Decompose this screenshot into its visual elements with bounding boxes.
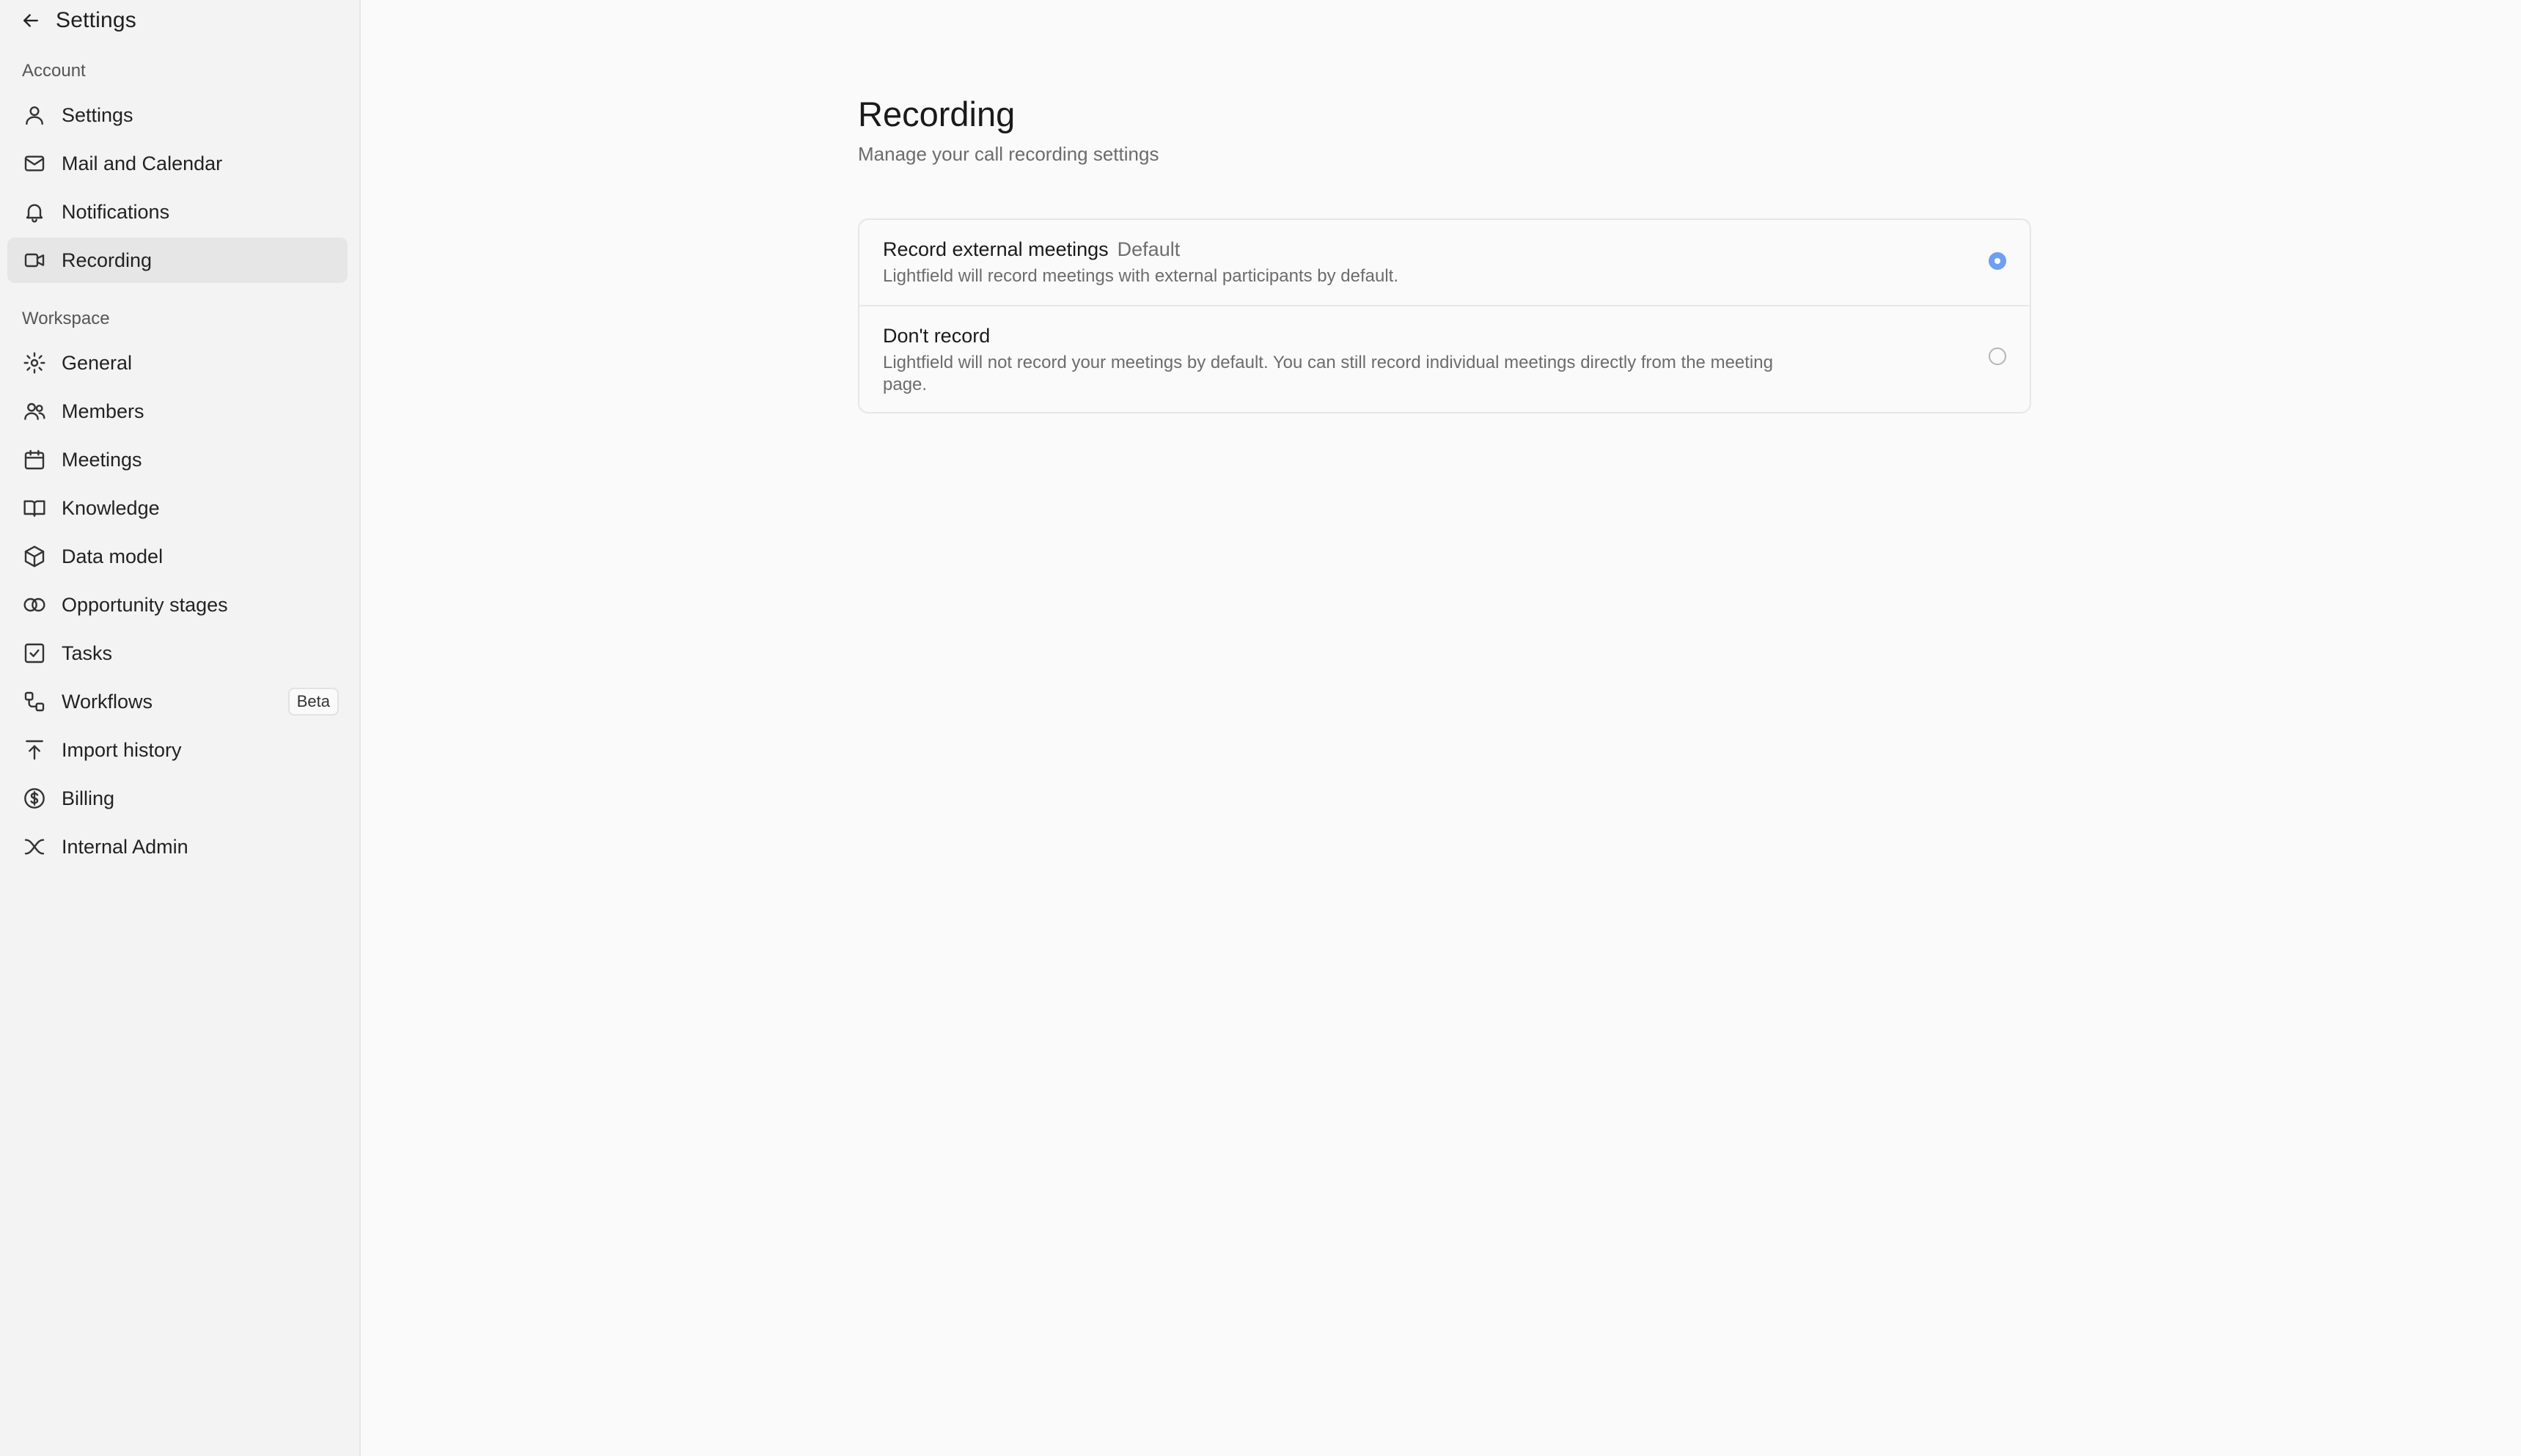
settings-sidebar: Settings Account Settings Mail and Calen… bbox=[0, 0, 361, 1456]
sidebar-item-label: Opportunity stages bbox=[62, 593, 228, 616]
sidebar-item-data-model[interactable]: Data model bbox=[7, 534, 348, 579]
video-icon bbox=[22, 248, 47, 273]
sidebar-item-recording[interactable]: Recording bbox=[7, 238, 348, 283]
sidebar-item-members[interactable]: Members bbox=[7, 389, 348, 434]
sidebar-item-label: Data model bbox=[62, 545, 164, 567]
checkbox-icon bbox=[22, 641, 47, 666]
section-label-account: Account bbox=[22, 61, 86, 81]
sidebar-item-label: Internal Admin bbox=[62, 835, 188, 858]
mail-icon bbox=[22, 151, 47, 176]
sidebar-item-label: Billing bbox=[62, 787, 115, 809]
sidebar-item-label: Recording bbox=[62, 249, 153, 271]
option-title: Record external meetings bbox=[883, 238, 1109, 260]
sidebar-item-workflows[interactable]: Workflows Beta bbox=[7, 679, 348, 724]
workflow-icon bbox=[22, 689, 47, 714]
main-content: Recording Manage your call recording set… bbox=[361, 0, 2521, 1456]
upload-icon bbox=[22, 738, 47, 762]
sidebar-item-opportunity-stages[interactable]: Opportunity stages bbox=[7, 582, 348, 628]
dollar-icon bbox=[22, 786, 47, 811]
users-icon bbox=[22, 399, 47, 424]
sidebar-item-label: Members bbox=[62, 400, 144, 422]
sidebar-item-label: Knowledge bbox=[62, 496, 160, 519]
option-description: Lightfield will not record your meetings… bbox=[883, 353, 1773, 394]
sidebar-item-notifications[interactable]: Notifications bbox=[7, 189, 348, 235]
sidebar-item-billing[interactable]: Billing bbox=[7, 776, 348, 821]
recording-settings-panel: Recording Manage your call recording set… bbox=[858, 91, 2031, 413]
gear-icon bbox=[22, 350, 47, 375]
sidebar-item-label: Meetings bbox=[62, 448, 142, 471]
page-title: Recording bbox=[858, 95, 1016, 133]
sidebar-item-knowledge[interactable]: Knowledge bbox=[7, 485, 348, 531]
sidebar-item-label: Settings bbox=[62, 103, 133, 126]
sidebar-item-label: Notifications bbox=[62, 200, 170, 223]
calendar-icon bbox=[22, 447, 47, 472]
book-icon bbox=[22, 496, 47, 521]
sidebar-item-settings[interactable]: Settings bbox=[7, 92, 348, 138]
beta-badge: Beta bbox=[287, 688, 339, 716]
sidebar-item-import-history[interactable]: Import history bbox=[7, 727, 348, 773]
sidebar-item-label: Import history bbox=[62, 738, 182, 761]
sidebar-item-mail-and-calendar[interactable]: Mail and Calendar bbox=[7, 141, 348, 186]
option-dont-record[interactable]: Don't record Lightfield will not record … bbox=[859, 305, 2030, 412]
sidebar-item-internal-admin[interactable]: Internal Admin bbox=[7, 824, 348, 869]
circles-icon bbox=[22, 592, 47, 617]
option-title: Don't record bbox=[883, 325, 991, 347]
option-title-row: Don't record bbox=[883, 323, 2006, 349]
sidebar-item-label: Tasks bbox=[62, 641, 113, 664]
radio-record-external-meetings[interactable] bbox=[1989, 252, 2006, 270]
section-label-workspace: Workspace bbox=[22, 309, 110, 328]
bell-icon bbox=[22, 199, 47, 224]
cube-icon bbox=[22, 544, 47, 569]
page-subtitle: Manage your call recording settings bbox=[858, 143, 1159, 165]
sidebar-title: Settings bbox=[56, 8, 136, 32]
option-description: Lightfield will record meetings with ext… bbox=[883, 266, 1399, 286]
sidebar-item-general[interactable]: General bbox=[7, 340, 348, 386]
sidebar-item-tasks[interactable]: Tasks bbox=[7, 630, 348, 676]
default-tag: Default bbox=[1117, 238, 1181, 260]
sidebar-item-label: General bbox=[62, 351, 133, 374]
back-button[interactable] bbox=[18, 7, 44, 34]
sidebar-item-label: Mail and Calendar bbox=[62, 152, 223, 174]
sidebar-item-meetings[interactable]: Meetings bbox=[7, 437, 348, 482]
option-title-row: Record external meetings Default bbox=[883, 236, 2006, 262]
app-window: Settings Account Settings Mail and Calen… bbox=[0, 0, 2521, 1456]
arrow-left-icon bbox=[23, 14, 38, 27]
x-arrows-icon bbox=[22, 834, 47, 859]
sidebar-header: Settings bbox=[0, 0, 359, 41]
recording-options-card: Record external meetings Default Lightfi… bbox=[858, 218, 2031, 413]
sidebar-item-label: Workflows bbox=[62, 690, 153, 713]
radio-dont-record[interactable] bbox=[1989, 348, 2006, 365]
user-icon bbox=[22, 103, 47, 128]
option-record-external-meetings[interactable]: Record external meetings Default Lightfi… bbox=[859, 220, 2030, 305]
